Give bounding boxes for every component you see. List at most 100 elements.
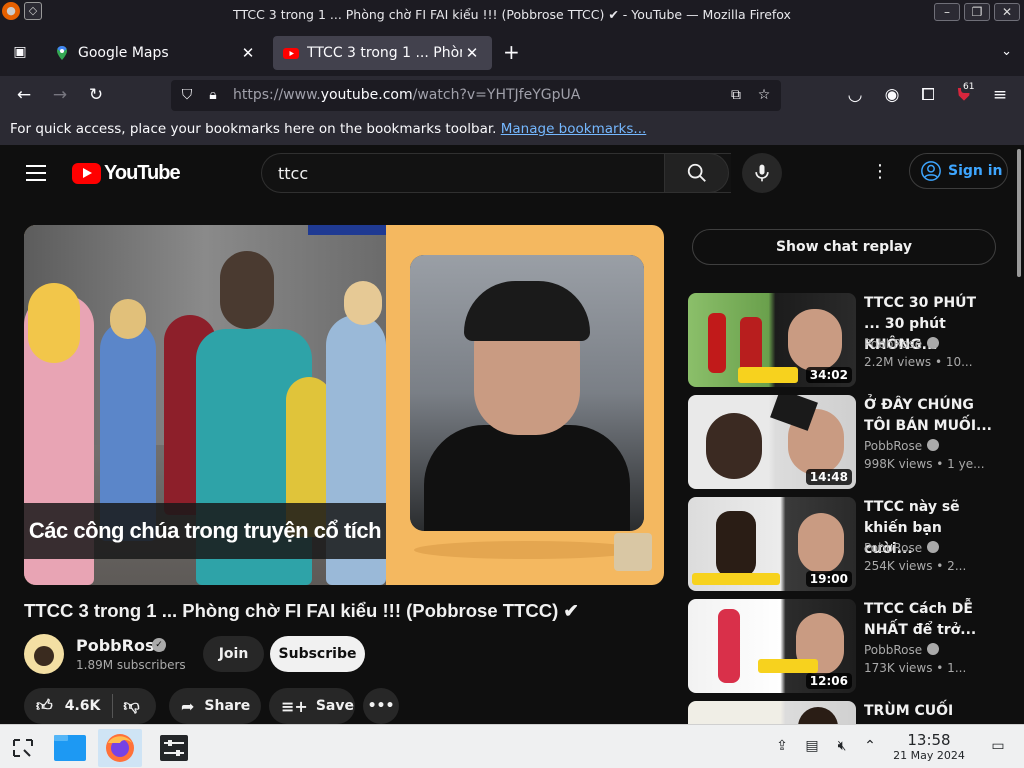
url-path: /watch?v=YHTJfeYGpUA bbox=[412, 87, 581, 103]
share-arrow-icon: ➦ bbox=[181, 696, 195, 716]
channel-avatar[interactable] bbox=[24, 634, 64, 674]
thumbs-up-icon[interactable]: 👍︎ bbox=[36, 696, 53, 716]
update-notifier-icon[interactable]: ⇪ bbox=[773, 737, 791, 755]
webcam-frame bbox=[410, 255, 644, 531]
chevron-down-icon[interactable]: ⌄ bbox=[1001, 44, 1012, 59]
subscriber-count: 1.89M subscribers bbox=[76, 658, 186, 672]
guide-menu-icon[interactable] bbox=[26, 165, 46, 181]
verified-check-icon: ✓ bbox=[152, 638, 166, 652]
system-settings-icon[interactable] bbox=[152, 729, 196, 767]
tab-label: Google Maps bbox=[78, 45, 169, 61]
pocket-icon[interactable]: ◡ bbox=[843, 84, 867, 106]
application-launcher-icon[interactable] bbox=[2, 729, 46, 767]
search-icon bbox=[687, 163, 706, 182]
manage-bookmarks-link[interactable]: Manage bookmarks... bbox=[501, 121, 647, 137]
youtube-icon bbox=[283, 48, 299, 59]
tab-youtube-video[interactable]: TTCC 3 trong 1 ... Phòng ✕ bbox=[273, 36, 492, 70]
microphone-icon bbox=[755, 164, 769, 182]
video-thumbnail[interactable] bbox=[688, 701, 856, 724]
youtube-play-icon bbox=[72, 163, 101, 184]
shield-icon[interactable]: ⛉ bbox=[177, 85, 197, 105]
recommended-meta: 998K views • 1 ye... bbox=[864, 457, 985, 471]
more-actions-icon[interactable]: ••• bbox=[363, 688, 399, 724]
expand-tray-icon[interactable]: ⌃ bbox=[861, 737, 879, 755]
recommended-video[interactable]: 14:48 Ở ĐÂY CHÚNG TÔI BÁN MUỐI... PobbRo… bbox=[688, 395, 1014, 489]
ublock-count-badge: 61 bbox=[961, 82, 977, 93]
video-thumbnail[interactable]: 14:48 bbox=[688, 395, 856, 489]
save-button[interactable]: ≡+ Save bbox=[269, 688, 355, 724]
digital-clock[interactable]: 13:58 21 May 2024 bbox=[884, 731, 974, 762]
recommended-title[interactable]: TTCC Cách DỄ NHẤT để trở... bbox=[864, 599, 994, 641]
search-input[interactable]: ttcc ✕ bbox=[261, 153, 731, 193]
subscribe-button[interactable]: Subscribe bbox=[270, 636, 365, 672]
file-manager-icon[interactable] bbox=[48, 729, 92, 767]
share-button[interactable]: ➦ Share bbox=[169, 688, 261, 724]
system-taskbar: ⇪ ▤ 🔇︎ ⌃ 13:58 21 May 2024 ▭ bbox=[0, 724, 1024, 768]
recommended-channel: PobbRose bbox=[864, 439, 940, 453]
clipboard-icon[interactable]: ▤ bbox=[803, 737, 821, 755]
tab-strip: ▣ Google Maps ✕ TTCC 3 trong 1 ... Phòng… bbox=[0, 30, 1024, 76]
video-player[interactable]: Các công chúa trong truyện cổ tích bbox=[24, 225, 664, 585]
video-thumbnail[interactable]: 34:02 bbox=[688, 293, 856, 387]
bookmarks-hint-text: For quick access, place your bookmarks h… bbox=[10, 121, 497, 137]
like-dislike-group: 👍︎ 4.6K 👎︎ bbox=[24, 688, 156, 724]
recommended-video[interactable]: 19:00 TTCC này sẽ khiến bạn cười... Pobb… bbox=[688, 497, 1014, 591]
channel-label: PobbRose bbox=[864, 439, 923, 453]
list-all-tabs-icon[interactable]: ▣ bbox=[10, 42, 30, 62]
tab-google-maps[interactable]: Google Maps ✕ bbox=[44, 36, 268, 70]
minimize-button[interactable]: – bbox=[934, 3, 960, 21]
close-tab-icon[interactable]: ✕ bbox=[238, 44, 258, 62]
url-text[interactable]: https://www.youtube.com/watch?v=YHTJfeYG… bbox=[233, 87, 580, 103]
bookmarks-toolbar: For quick access, place your bookmarks h… bbox=[0, 115, 1024, 145]
video-thumbnail[interactable]: 12:06 bbox=[688, 599, 856, 693]
picture-in-picture-icon[interactable]: ⧉ bbox=[726, 85, 746, 105]
verified-check-icon bbox=[927, 541, 940, 553]
join-button[interactable]: Join bbox=[203, 636, 264, 672]
firefox-taskbar-icon[interactable] bbox=[98, 729, 142, 767]
recommended-video[interactable]: TRÙM CUỐI bbox=[688, 701, 1014, 724]
channel-watermark-icon[interactable] bbox=[614, 533, 652, 571]
like-count[interactable]: 4.6K bbox=[65, 698, 101, 714]
navigation-toolbar: ← → ↻ ⛉ 🔒︎ https://www.youtube.com/watch… bbox=[0, 76, 1024, 115]
verified-check-icon bbox=[927, 337, 940, 349]
recommended-video[interactable]: 34:02 TTCC 30 PHÚT ... 30 phút KHÔNG... … bbox=[688, 293, 1014, 387]
hamburger-menu-icon[interactable]: ≡ bbox=[988, 84, 1012, 106]
settings-kebab-icon[interactable]: ⋮ bbox=[870, 161, 890, 185]
video-duration: 12:06 bbox=[805, 673, 852, 689]
video-overlay-caption: Các công chúa trong truyện cổ tích bbox=[24, 503, 386, 559]
search-button[interactable] bbox=[664, 153, 729, 193]
lock-icon[interactable]: 🔒︎ bbox=[203, 85, 223, 105]
scrollbar-thumb[interactable] bbox=[1017, 149, 1021, 277]
bookmark-star-icon[interactable]: ☆ bbox=[754, 85, 774, 105]
volume-muted-icon[interactable]: 🔇︎ bbox=[833, 737, 851, 755]
close-window-button[interactable]: ✕ bbox=[994, 3, 1020, 21]
youtube-logo[interactable]: YouTube bbox=[72, 162, 181, 185]
search-query[interactable]: ttcc bbox=[278, 164, 308, 183]
sign-in-button[interactable]: Sign in bbox=[909, 153, 1008, 189]
page-scrollbar[interactable] bbox=[1014, 145, 1024, 724]
back-arrow-icon[interactable]: ← bbox=[12, 84, 36, 106]
tab-label: TTCC 3 trong 1 ... Phòng bbox=[307, 45, 462, 61]
address-bar[interactable]: ⛉ 🔒︎ https://www.youtube.com/watch?v=YHT… bbox=[171, 80, 781, 111]
recommended-channel: PobbRose bbox=[864, 337, 940, 351]
recommended-title[interactable]: Ở ĐÂY CHÚNG TÔI BÁN MUỐI... bbox=[864, 395, 994, 437]
reload-icon[interactable]: ↻ bbox=[84, 84, 108, 106]
sign-in-label: Sign in bbox=[948, 163, 1003, 179]
maximize-button[interactable]: ❐ bbox=[964, 3, 990, 21]
show-chat-replay-button[interactable]: Show chat replay bbox=[692, 229, 996, 265]
voice-search-button[interactable] bbox=[742, 153, 782, 193]
youtube-page: YouTube ttcc ✕ ⋮ Sign in bbox=[0, 145, 1024, 724]
share-label: Share bbox=[204, 698, 251, 714]
video-thumbnail[interactable]: 19:00 bbox=[688, 497, 856, 591]
recommended-title[interactable]: TRÙM CUỐI bbox=[864, 701, 994, 722]
recommended-video[interactable]: 12:06 TTCC Cách DỄ NHẤT để trở... PobbRo… bbox=[688, 599, 1014, 693]
show-desktop-icon[interactable]: ▭ bbox=[989, 737, 1007, 755]
thumbs-down-icon[interactable]: 👎︎ bbox=[123, 696, 139, 716]
close-tab-icon[interactable]: ✕ bbox=[462, 44, 482, 62]
recommended-channel: PobbRose bbox=[864, 541, 940, 555]
forward-arrow-icon[interactable]: → bbox=[48, 84, 72, 106]
clock-time: 13:58 bbox=[907, 731, 951, 749]
extensions-puzzle-icon[interactable]: ⧠ bbox=[916, 84, 940, 106]
account-icon[interactable]: ◉ bbox=[880, 84, 904, 106]
new-tab-icon[interactable]: + bbox=[503, 42, 520, 62]
